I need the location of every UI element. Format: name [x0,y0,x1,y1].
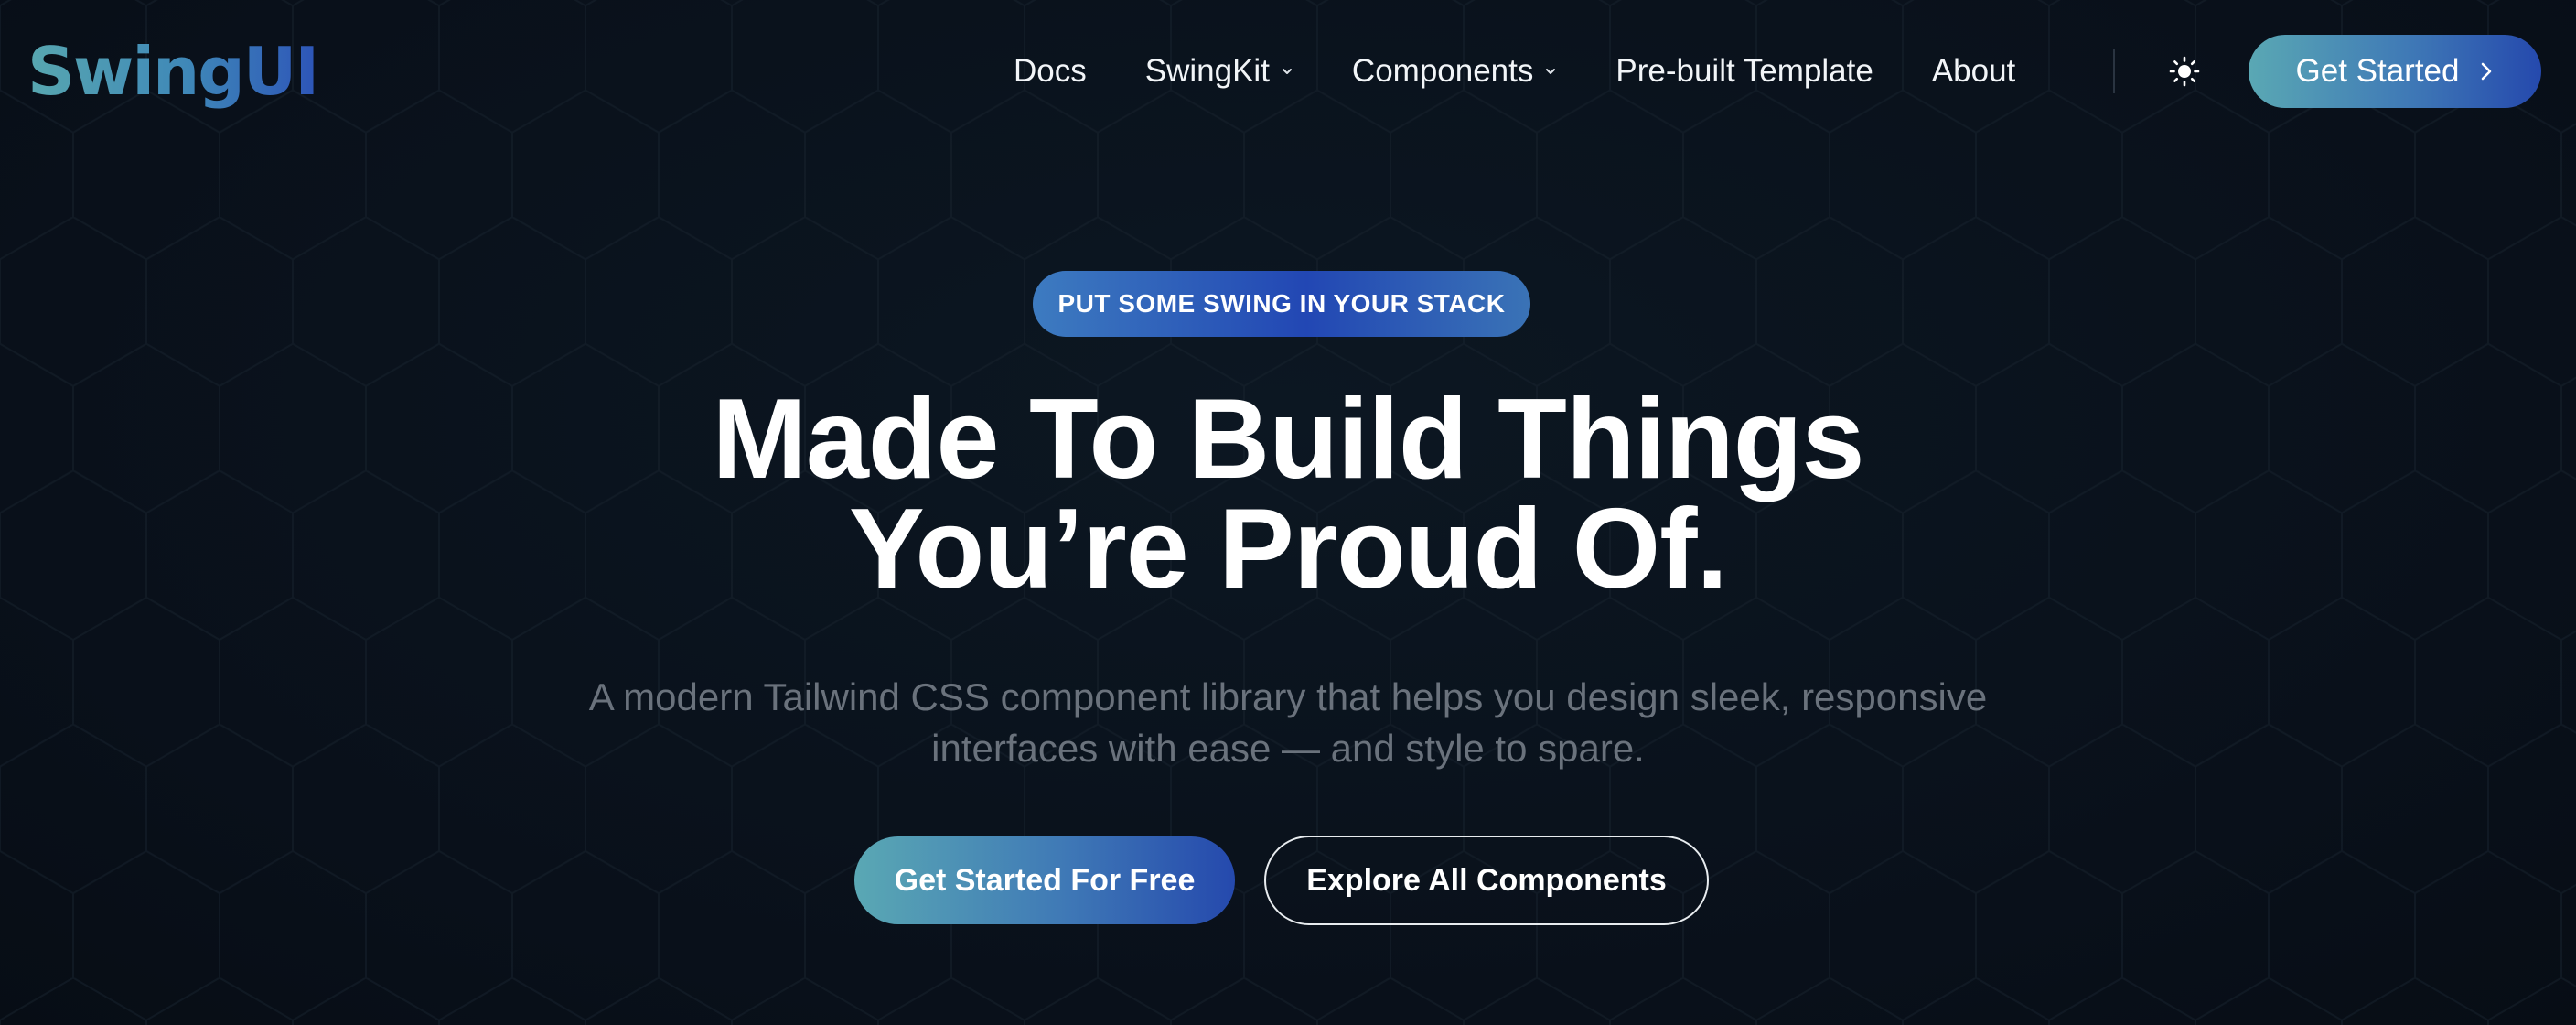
headline-line: Made To Build Things [712,376,1865,502]
theme-toggle-button[interactable] [2166,53,2203,90]
nav-item-label: SwingKit [1144,53,1270,89]
landing-page: SwingUI Docs SwingKit Components Pre-bui… [0,0,2576,1025]
swingui-logo[interactable]: SwingUI [27,27,319,115]
nav-item-components[interactable]: Components [1352,53,1557,90]
nav-item-docs[interactable]: Docs [1014,53,1087,90]
chevron-down-icon [1546,69,1556,74]
get-started-free-button[interactable]: Get Started For Free [854,836,1235,924]
nav-item-label: Components [1351,53,1534,89]
nav-divider [2113,49,2115,93]
nav-item-label: Pre-built Template [1615,53,1873,89]
get-started-label: Get Started [2295,53,2460,89]
nav-item-swingkit[interactable]: SwingKit [1145,53,1293,90]
hero-subtitle: A modern Tailwind CSS component library … [0,672,2576,774]
subtitle-line: interfaces with ease — and style to spar… [931,727,1645,770]
chevron-right-icon [2482,62,2492,81]
sun-icon [2169,56,2200,87]
subtitle-line: A modern Tailwind CSS component library … [588,675,1988,718]
get-started-button[interactable]: Get Started [2249,35,2541,108]
nav-item-label: About [1931,53,2016,89]
hero-badge: PUT SOME SWING IN YOUR STACK [1033,271,1530,337]
explore-components-button[interactable]: Explore All Components [1264,836,1709,925]
nav-item-prebuilt-template[interactable]: Pre-built Template [1615,53,1873,90]
headline-line: You’re Proud Of. [849,486,1728,612]
main-menu: Docs SwingKit Components Pre-built Templ… [1014,49,2015,93]
hero-headline: Made To Build Things You’re Proud Of. [0,376,2576,612]
nav-item-about[interactable]: About [1932,53,2015,90]
nav-item-label: Docs [1014,53,1087,89]
top-nav: SwingUI Docs SwingKit Components Pre-bui… [0,0,2576,143]
chevron-down-icon [1282,69,1292,74]
